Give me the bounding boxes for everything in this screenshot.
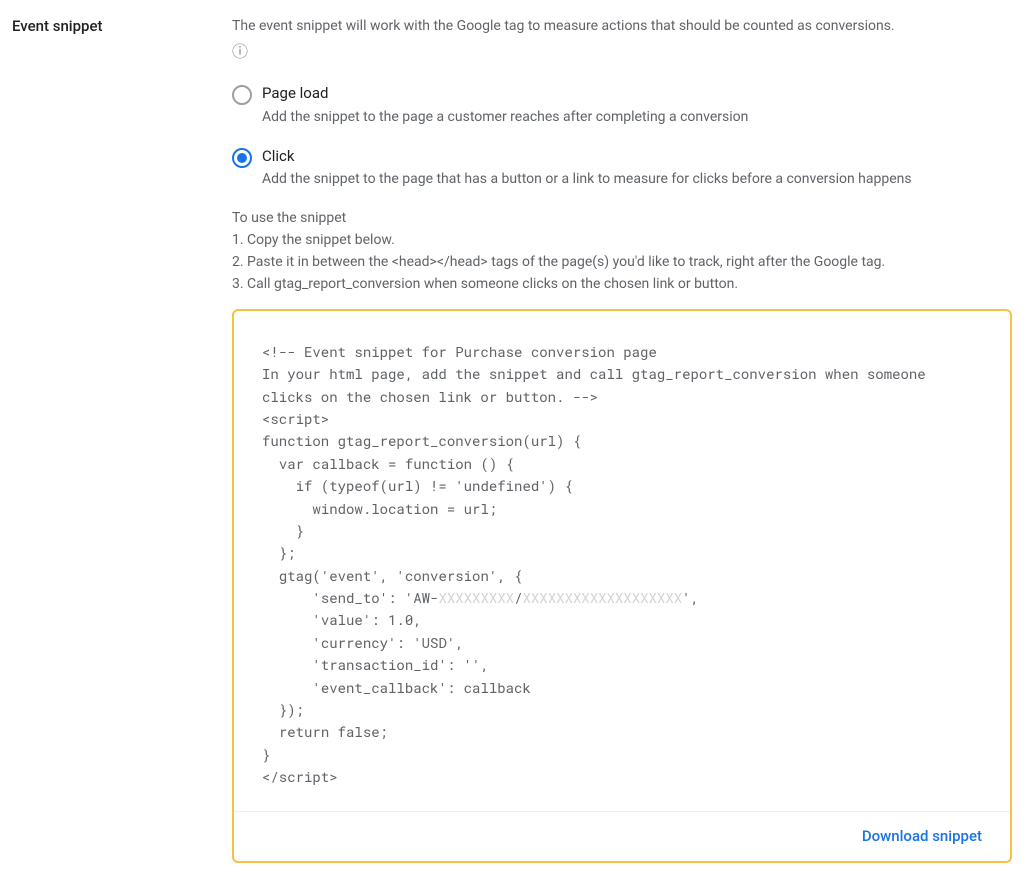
radio-label-page-load: Page load [262,83,748,105]
radio-label-click: Click [262,146,912,168]
intro-text: The event snippet will work with the Goo… [232,16,1012,36]
section-content-column: The event snippet will work with the Goo… [232,16,1012,863]
download-row: Download snippet [234,811,1010,862]
redacted-conversion-label: XXXXXXXXXXXXXXXXXXX [522,588,682,607]
radio-desc-click: Add the snippet to the page that has a b… [262,169,912,189]
code-snippet-box: <!-- Event snippet for Purchase conversi… [232,309,1012,864]
radio-page-load[interactable] [232,85,252,105]
steps-heading: To use the snippet [232,208,1012,228]
radio-desc-page-load: Add the snippet to the page a customer r… [262,107,748,127]
step-1: 1. Copy the snippet below. [232,230,1012,250]
radio-click[interactable] [232,148,252,168]
step-3: 3. Call gtag_report_conversion when some… [232,274,1012,294]
section-title: Event snippet [12,16,220,38]
radio-option-click[interactable]: Click Add the snippet to the page that h… [232,146,1012,190]
download-snippet-link[interactable]: Download snippet [862,827,982,845]
section-title-column: Event snippet [12,16,232,863]
redacted-account-id: XXXXXXXXX [438,588,514,607]
radio-option-page-load[interactable]: Page load Add the snippet to the page a … [232,83,1012,127]
usage-steps: To use the snippet 1. Copy the snippet b… [232,208,1012,295]
help-icon[interactable]: ⓘ [232,40,1012,63]
step-2: 2. Paste it in between the <head></head>… [232,252,1012,272]
code-snippet[interactable]: <!-- Event snippet for Purchase conversi… [234,311,1010,811]
event-snippet-section: Event snippet The event snippet will wor… [12,16,1012,863]
